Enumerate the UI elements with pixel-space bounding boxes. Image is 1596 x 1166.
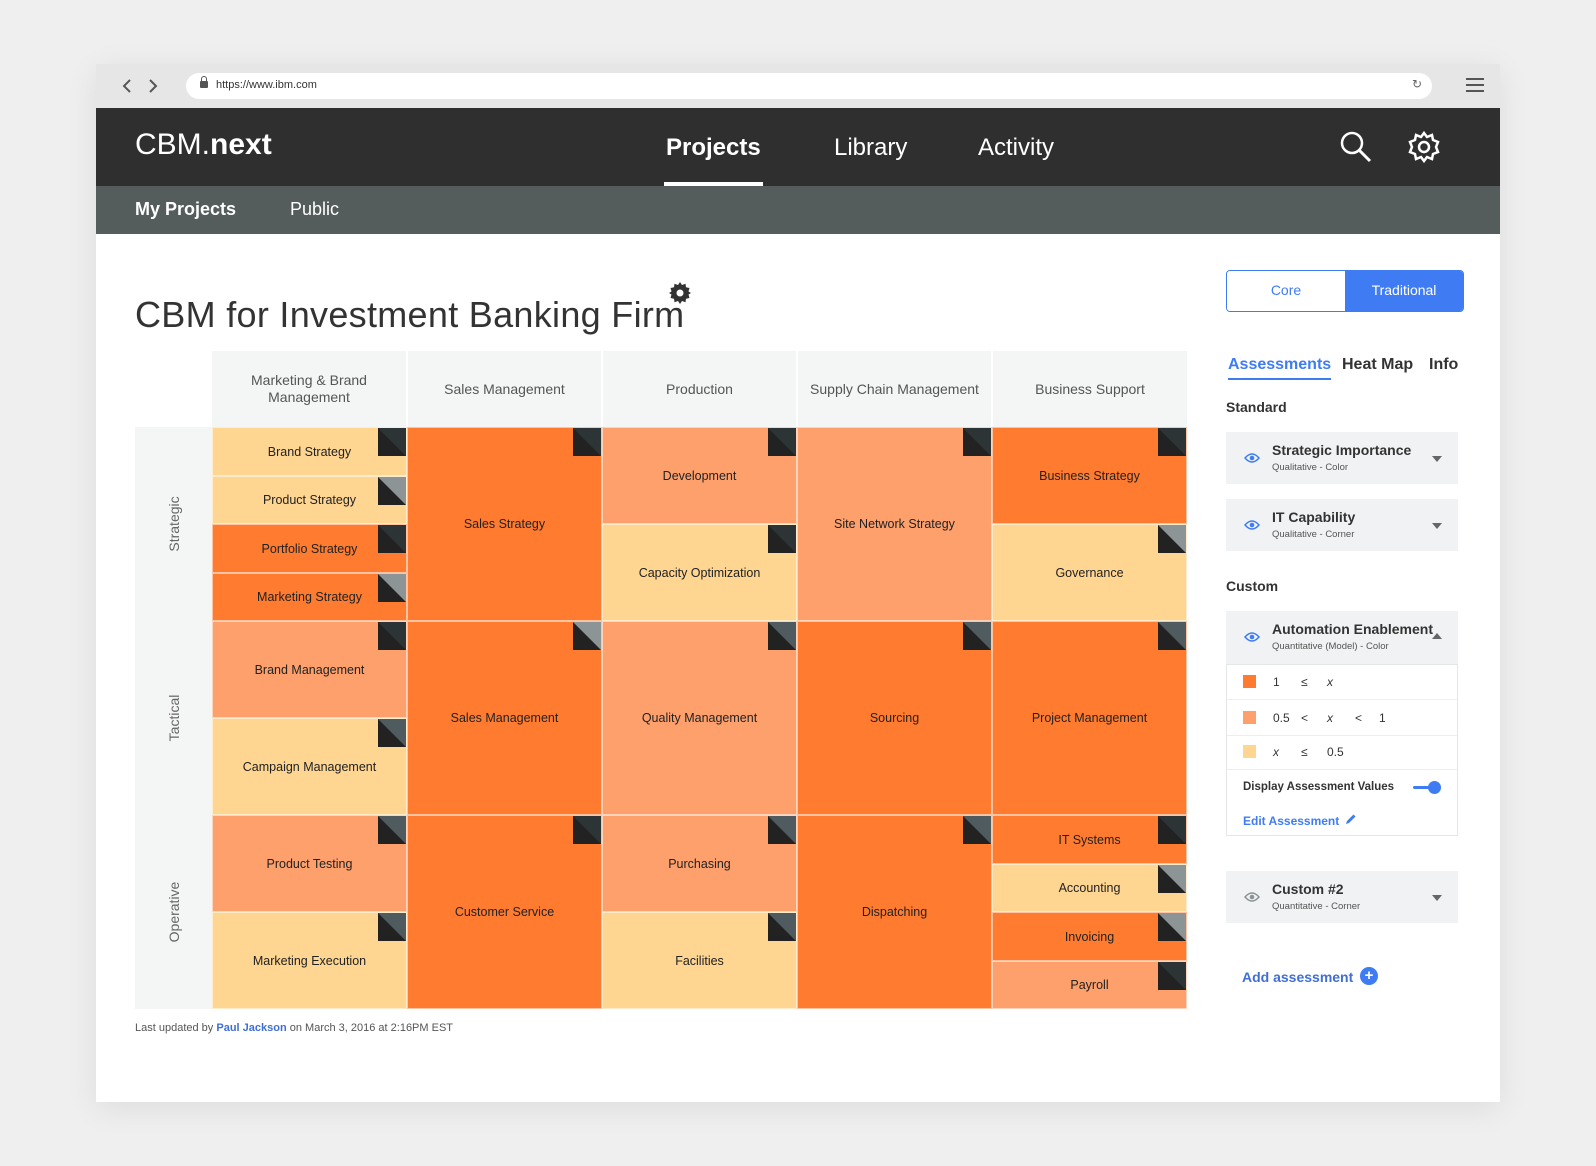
tab-info[interactable]: Info [1429, 356, 1458, 374]
brand-logo[interactable]: CBM.next [135, 128, 272, 162]
edit-assessment-link[interactable]: Edit Assessment [1243, 814, 1339, 828]
assessment-automation-enablement[interactable]: Automation Enablement Quantitative (Mode… [1226, 611, 1458, 664]
legend-row: 0.5 < x < 1 [1227, 701, 1457, 736]
project-settings-icon[interactable] [668, 281, 692, 305]
map-cell[interactable]: Product Testing [212, 815, 407, 912]
row-header: Strategic [135, 427, 212, 621]
assessment-type: Qualitative - Color [1272, 462, 1349, 473]
add-icon[interactable]: + [1360, 967, 1378, 985]
row-header: Operative [135, 815, 212, 1009]
column-header: Sales Management [408, 351, 601, 427]
assessment-name: Custom #2 [1272, 881, 1344, 897]
chevron-down-icon[interactable] [1432, 456, 1442, 462]
standard-section-label: Standard [1226, 399, 1287, 415]
assessment-type: Qualitative - Corner [1272, 529, 1355, 540]
map-cell[interactable]: Invoicing [992, 912, 1187, 961]
map-cell[interactable]: Sales Strategy [407, 427, 602, 621]
map-cell[interactable]: Brand Strategy [212, 427, 407, 476]
forward-icon[interactable] [142, 74, 164, 98]
user-link[interactable]: Paul Jackson [216, 1022, 286, 1034]
eye-icon [1244, 520, 1260, 530]
map-cell[interactable]: Customer Service [407, 815, 602, 1009]
add-assessment-link[interactable]: Add assessment [1242, 969, 1353, 985]
tab-assessments[interactable]: Assessments [1228, 356, 1332, 380]
map-cell[interactable]: IT Systems [992, 815, 1187, 864]
map-cell[interactable]: Quality Management [602, 621, 797, 815]
map-cell[interactable]: Purchasing [602, 815, 797, 912]
lock-icon [200, 76, 208, 88]
tab-library[interactable]: Library [834, 134, 907, 186]
map-cell[interactable]: Capacity Optimization [602, 524, 797, 621]
hamburger-icon[interactable] [1466, 78, 1484, 92]
assessment-name: Automation Enablement [1272, 621, 1434, 637]
map-cell[interactable]: Product Strategy [212, 476, 407, 524]
page-title: CBM for Investment Banking Firm [135, 294, 685, 336]
map-cell[interactable]: Governance [992, 524, 1187, 621]
legend-row: x ≤ 0.5 [1227, 735, 1457, 770]
legend-swatch [1243, 675, 1256, 688]
assessment-type: Quantitative - Corner [1272, 901, 1361, 912]
eye-icon [1244, 632, 1260, 642]
reload-icon[interactable]: ↻ [1412, 77, 1422, 91]
map-cell[interactable]: Sourcing [797, 621, 992, 815]
map-cell[interactable]: Marketing Execution [212, 912, 407, 1009]
address-bar[interactable]: https://www.ibm.com ↻ [186, 73, 1432, 99]
view-option-traditional[interactable]: Traditional [1345, 271, 1463, 311]
assessment-legend: 1 ≤ x 0.5 < x < 1 x ≤ 0.5 Display Assess… [1226, 664, 1458, 836]
map-cell[interactable]: Brand Management [212, 621, 407, 718]
column-header: Business Support [993, 351, 1187, 427]
custom-section-label: Custom [1226, 578, 1279, 594]
pencil-icon[interactable] [1345, 813, 1357, 825]
legend-swatch [1243, 711, 1256, 724]
chevron-down-icon[interactable] [1432, 523, 1442, 529]
legend-row: 1 ≤ x [1227, 665, 1457, 700]
map-cell[interactable]: Development [602, 427, 797, 524]
map-cell[interactable]: Campaign Management [212, 718, 407, 815]
chevron-down-icon[interactable] [1432, 895, 1442, 901]
map-cell[interactable]: Marketing Strategy [212, 573, 407, 621]
map-cell[interactable]: Project Management [992, 621, 1187, 815]
view-option-core[interactable]: Core [1227, 271, 1345, 311]
eye-icon [1244, 892, 1260, 902]
map-cell[interactable]: Business Strategy [992, 427, 1187, 524]
legend-swatch [1243, 745, 1256, 758]
tab-heat-map[interactable]: Heat Map [1342, 356, 1413, 374]
assessment-type: Quantitative (Model) - Color [1272, 641, 1389, 652]
column-header: Supply Chain Management [798, 351, 991, 427]
map-cell[interactable]: Sales Management [407, 621, 602, 815]
tab-activity[interactable]: Activity [978, 134, 1054, 186]
map-cell[interactable]: Site Network Strategy [797, 427, 992, 621]
map-cell[interactable]: Payroll [992, 961, 1187, 1009]
map-cell[interactable]: Facilities [602, 912, 797, 1009]
column-header: Production [603, 351, 796, 427]
chevron-up-icon[interactable] [1432, 633, 1442, 639]
map-cell[interactable]: Accounting [992, 864, 1187, 912]
search-icon[interactable] [1338, 129, 1374, 165]
assessment-strategic-importance[interactable]: Strategic Importance Qualitative - Color [1226, 432, 1458, 484]
assessment-name: IT Capability [1272, 509, 1356, 525]
display-values-label: Display Assessment Values [1243, 781, 1395, 793]
view-toggle: Core Traditional [1226, 270, 1464, 312]
assessment-custom-2[interactable]: Custom #2 Quantitative - Corner [1226, 871, 1458, 923]
assessment-name: Strategic Importance [1272, 442, 1412, 458]
sub-navigation: My Projects Public [96, 186, 1500, 234]
back-icon[interactable] [116, 74, 138, 98]
app-header: CBM.next Projects Library Activity [96, 108, 1500, 186]
tab-projects[interactable]: Projects [664, 134, 763, 186]
tab-public[interactable]: Public [290, 199, 339, 220]
last-updated-note: Last updated by Paul Jackson on March 3,… [135, 1022, 454, 1034]
gear-icon[interactable] [1406, 129, 1442, 165]
map-cell[interactable]: Dispatching [797, 815, 992, 1009]
tab-my-projects[interactable]: My Projects [135, 199, 236, 220]
url-text: https://www.ibm.com [216, 79, 317, 91]
assessment-it-capability[interactable]: IT Capability Qualitative - Corner [1226, 499, 1458, 551]
eye-icon [1244, 453, 1260, 463]
display-values-toggle[interactable] [1413, 781, 1441, 795]
map-cell[interactable]: Portfolio Strategy [212, 524, 407, 573]
column-header: Marketing & Brand Management [212, 351, 406, 427]
browser-window: https://www.ibm.com ↻ CBM.next Projects … [96, 64, 1500, 1102]
row-header: Tactical [135, 621, 212, 815]
browser-toolbar: https://www.ibm.com ↻ [96, 64, 1500, 108]
